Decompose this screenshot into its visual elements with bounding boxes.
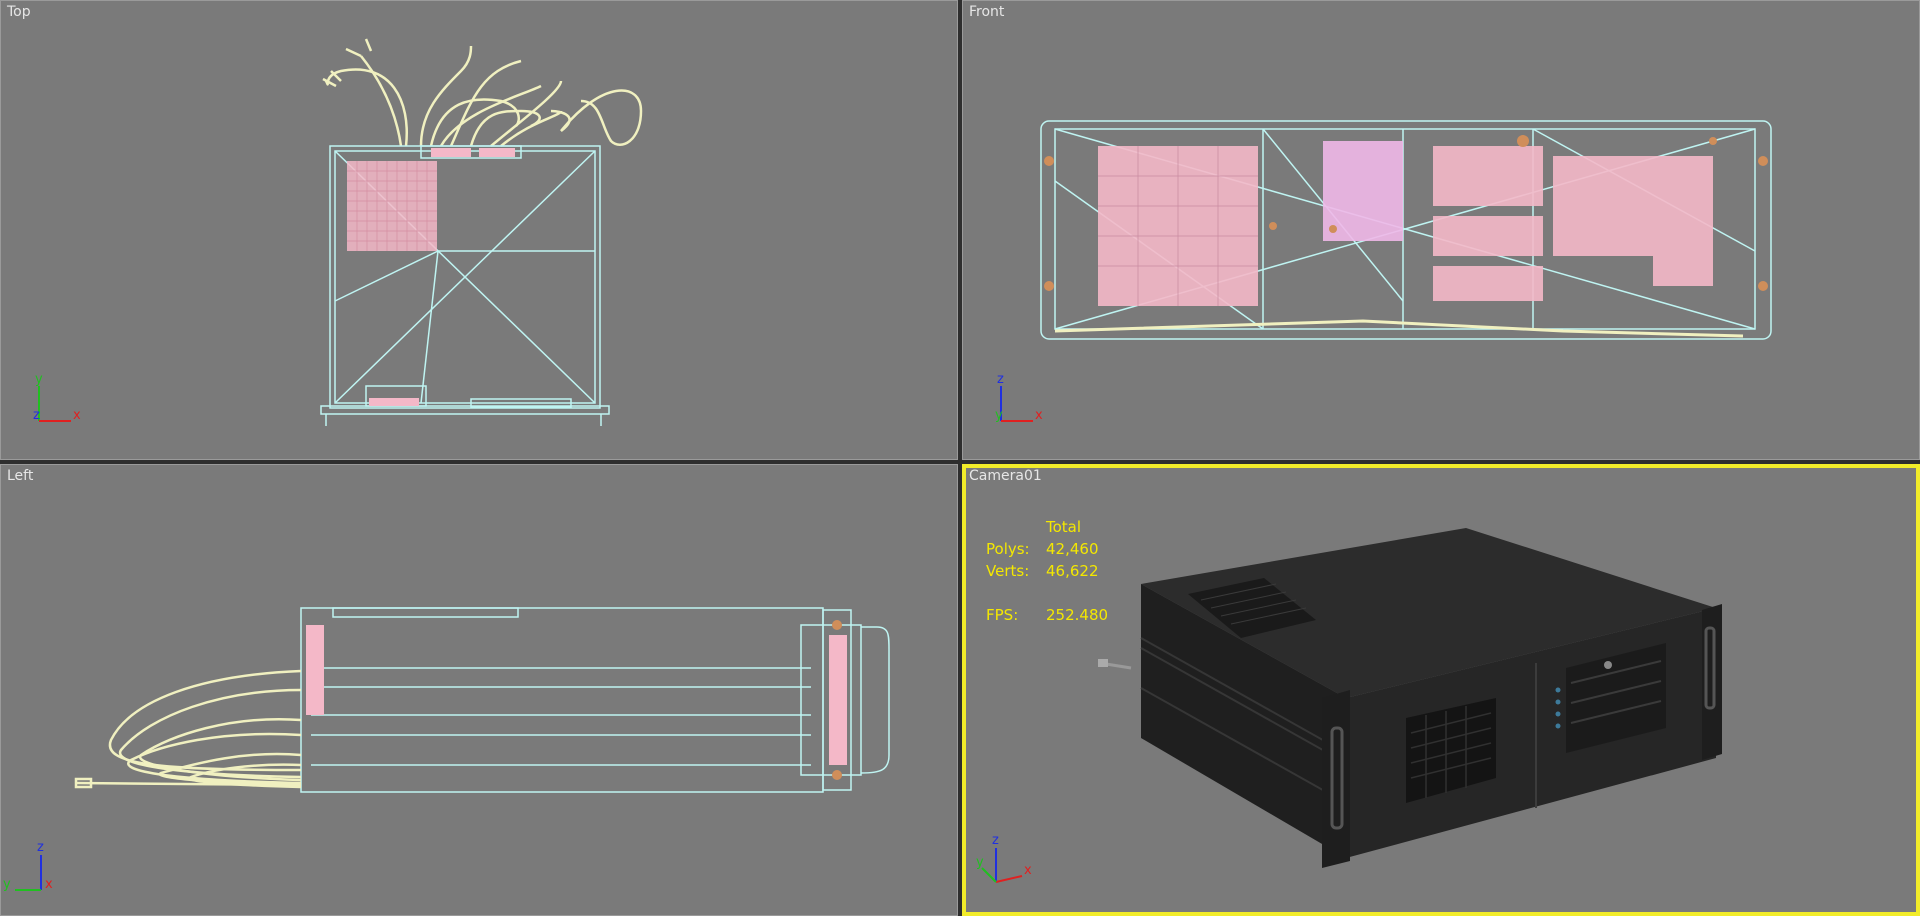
left-cables (74, 669, 302, 789)
front-axis-vertical-label: z (997, 372, 1004, 387)
top-axis-vertical-label: y (35, 372, 43, 387)
front-axis-tripod: z y x (995, 372, 1043, 423)
viewport-front[interactable]: Front z y x (962, 0, 1920, 460)
camera-axis-tripod: z y x (976, 833, 1032, 883)
camera-axis-vertical-label: z (992, 833, 999, 848)
left-axis-horizontal-label: y (3, 877, 11, 892)
viewport-top[interactable]: Top y z x (0, 0, 958, 460)
top-axis-horizontal-label: x (73, 408, 81, 423)
left-pink-panels (306, 625, 847, 765)
front-axis-horizontal-label: x (1035, 408, 1043, 423)
left-axis-vertical-label: z (37, 840, 44, 855)
camera-axis-depth-label: y (976, 855, 984, 870)
front-pink-panels (1098, 141, 1713, 306)
left-axis-tripod: z x y (3, 840, 53, 892)
top-axis-depth-label: z (33, 408, 40, 423)
viewport-left[interactable]: Left z x y (0, 464, 958, 916)
rack-server-render: z y x (976, 528, 1722, 883)
server-power-cable (1105, 662, 1132, 670)
top-axis-tripod: y z x (33, 372, 81, 423)
front-axis-depth-label: y (995, 408, 1003, 423)
camera-axis-horizontal-label: x (1024, 863, 1032, 878)
left-chassis (300, 607, 890, 793)
viewport-camera[interactable]: Camera01 Total Polys: 42,460 Verts: 46,6… (962, 464, 1920, 916)
front-view-wireframe: z y x (995, 120, 1772, 423)
top-view-wireframe: y z x (33, 38, 643, 426)
server-rack-ear-left (1322, 690, 1350, 868)
left-axis-depth-label: x (45, 877, 53, 892)
left-view-wireframe: z x y (3, 607, 890, 892)
server-lock-keyhole (1604, 661, 1612, 669)
top-cables (322, 38, 643, 147)
